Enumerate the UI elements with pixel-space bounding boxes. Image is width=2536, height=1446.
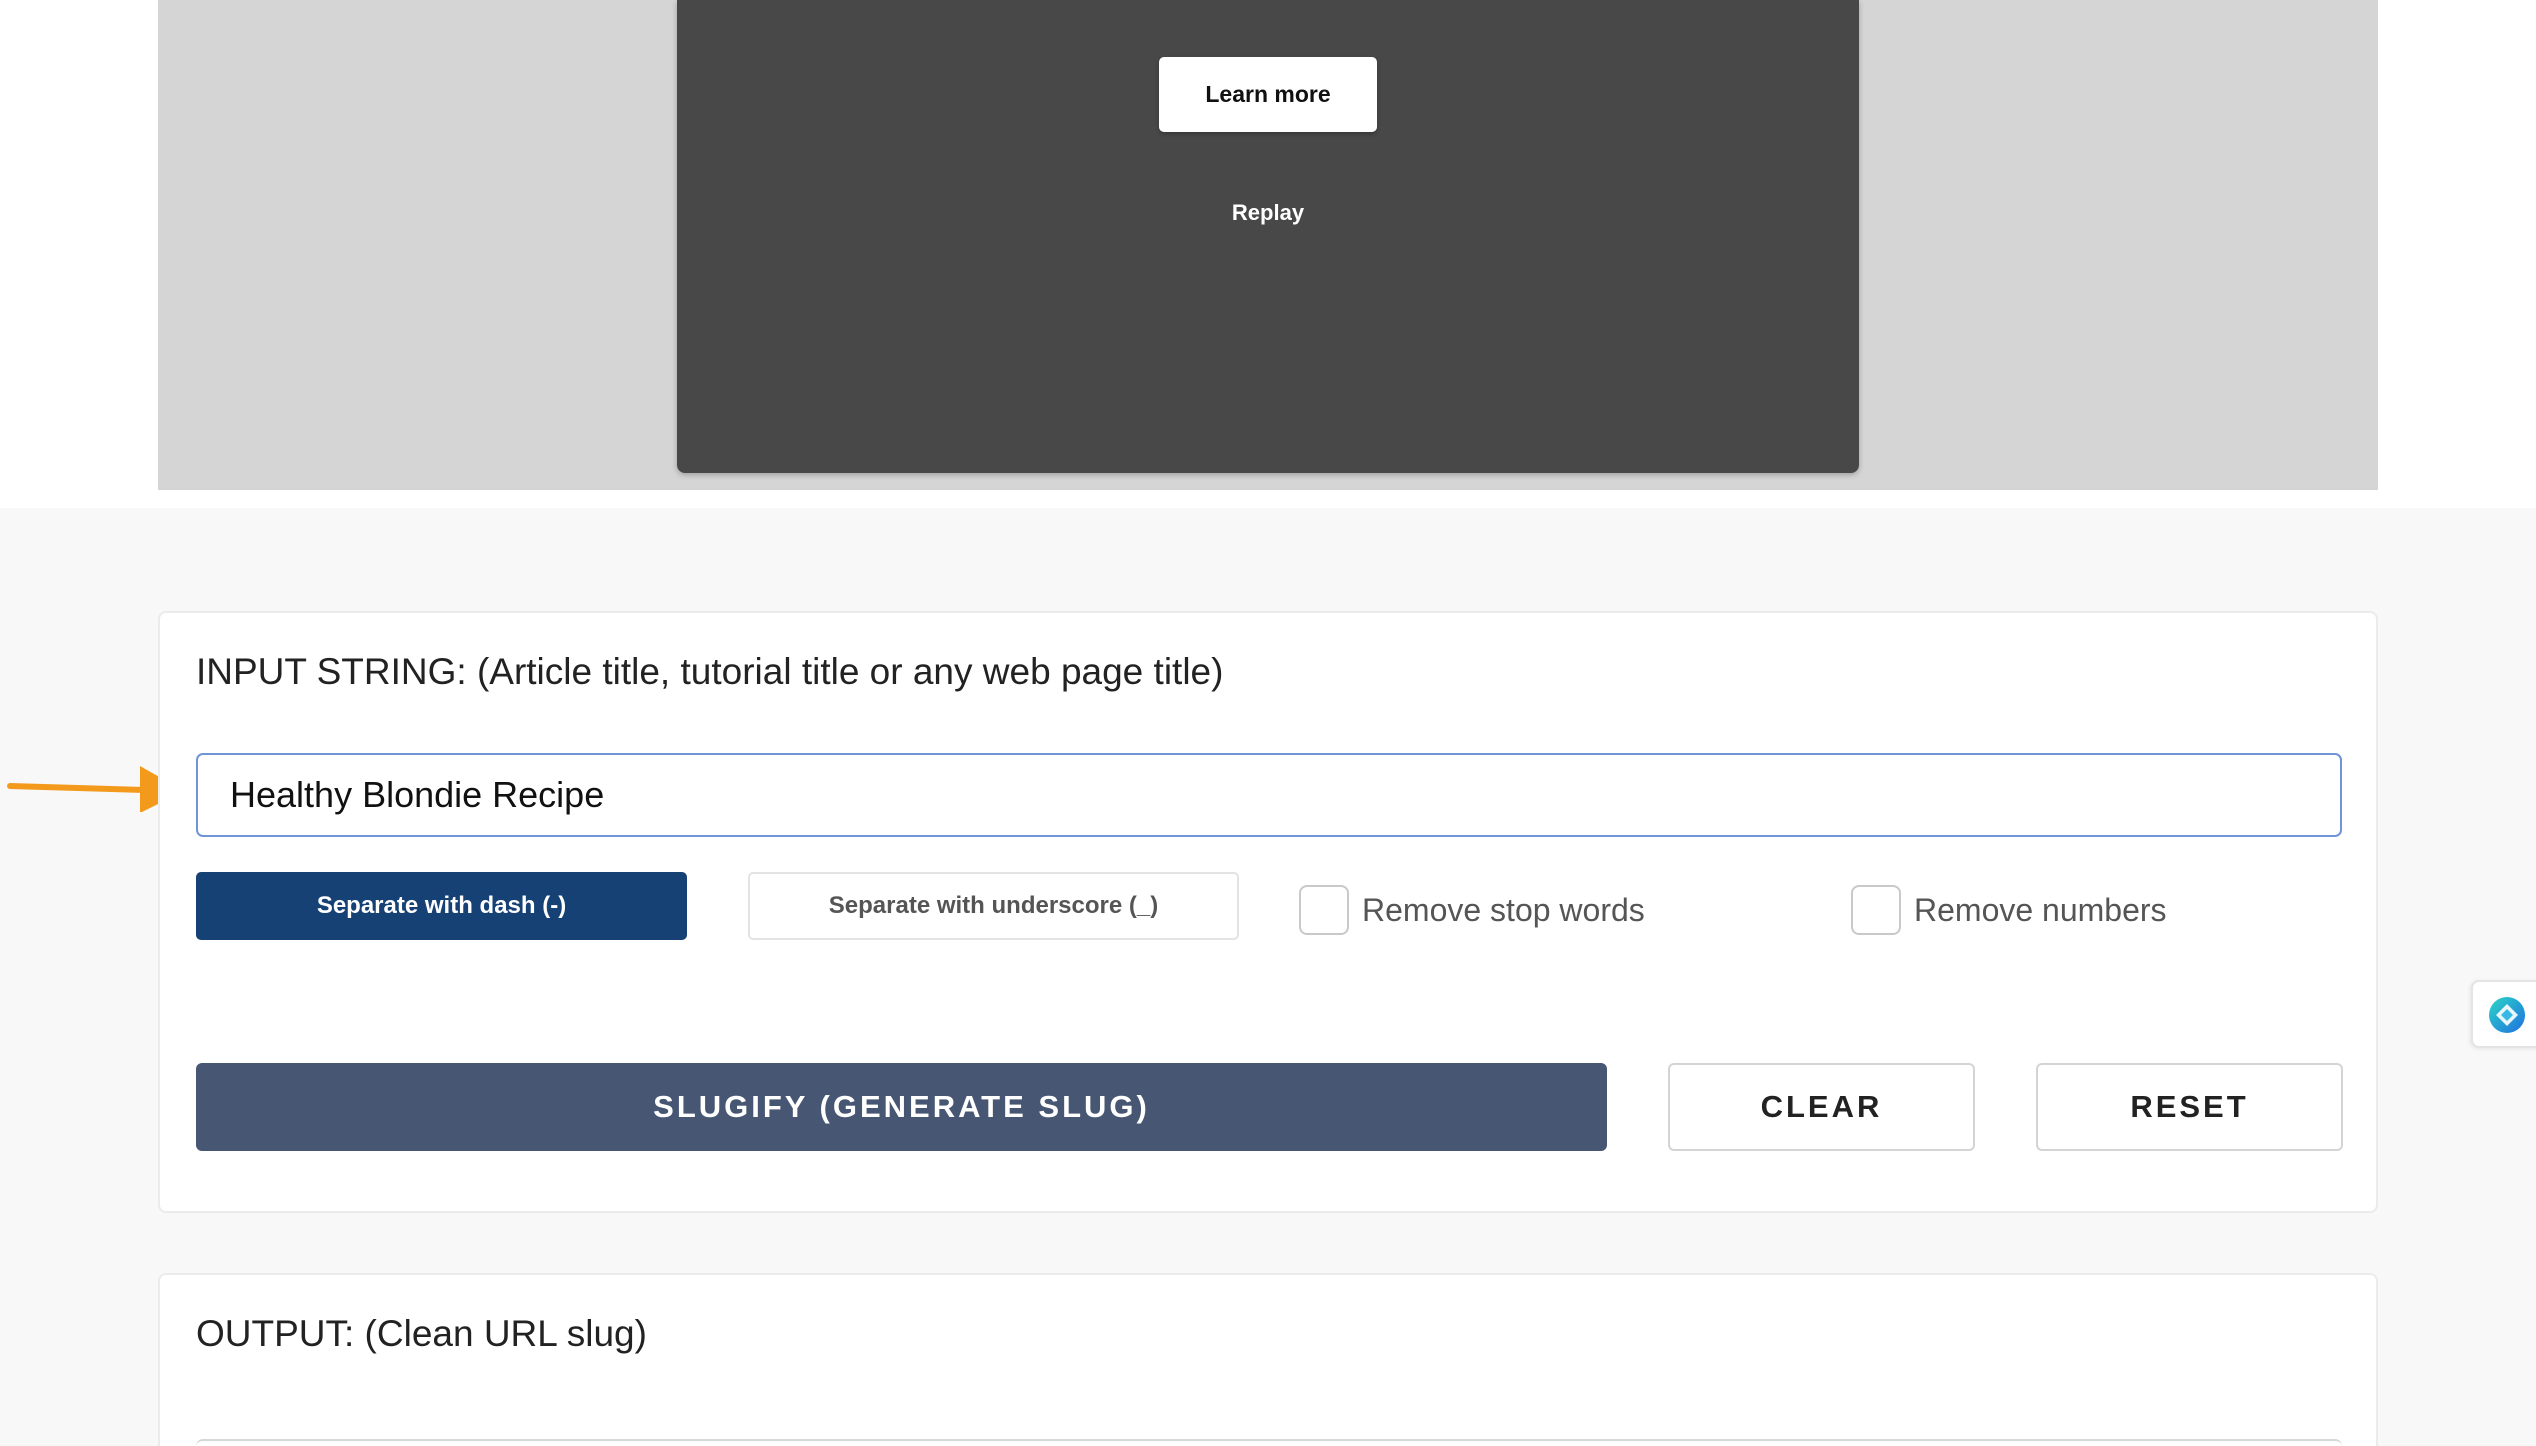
replay-button[interactable]: Replay [1168, 195, 1368, 231]
page: Learn more Replay INPUT STRING: (Article… [0, 0, 2536, 1446]
input-string-field[interactable] [196, 753, 2342, 837]
remove-stop-words-label: Remove stop words [1362, 891, 1645, 928]
output-slug-field[interactable] [196, 1439, 2342, 1446]
learn-more-button[interactable]: Learn more [1159, 57, 1377, 132]
reset-button[interactable]: RESET [2036, 1063, 2343, 1151]
output-label: OUTPUT: (Clean URL slug) [196, 1313, 647, 1354]
remove-stop-words-option[interactable]: Remove stop words [1299, 883, 1645, 937]
input-card: INPUT STRING: (Article title, tutorial t… [158, 611, 2378, 1213]
separate-underscore-button[interactable]: Separate with underscore (_) [748, 872, 1239, 940]
output-card: OUTPUT: (Clean URL slug) [158, 1273, 2378, 1446]
remove-stop-words-checkbox[interactable] [1299, 885, 1349, 935]
remove-numbers-label: Remove numbers [1914, 891, 2167, 928]
assistant-logo-icon [2489, 997, 2525, 1033]
side-widget-button[interactable] [2471, 980, 2536, 1048]
remove-numbers-checkbox[interactable] [1851, 885, 1901, 935]
slugify-button[interactable]: SLUGIFY (GENERATE SLUG) [196, 1063, 1607, 1151]
separate-dash-button[interactable]: Separate with dash (-) [196, 872, 687, 940]
input-string-label: INPUT STRING: (Article title, tutorial t… [196, 651, 1224, 692]
clear-button[interactable]: CLEAR [1668, 1063, 1975, 1151]
remove-numbers-option[interactable]: Remove numbers [1851, 883, 2167, 937]
